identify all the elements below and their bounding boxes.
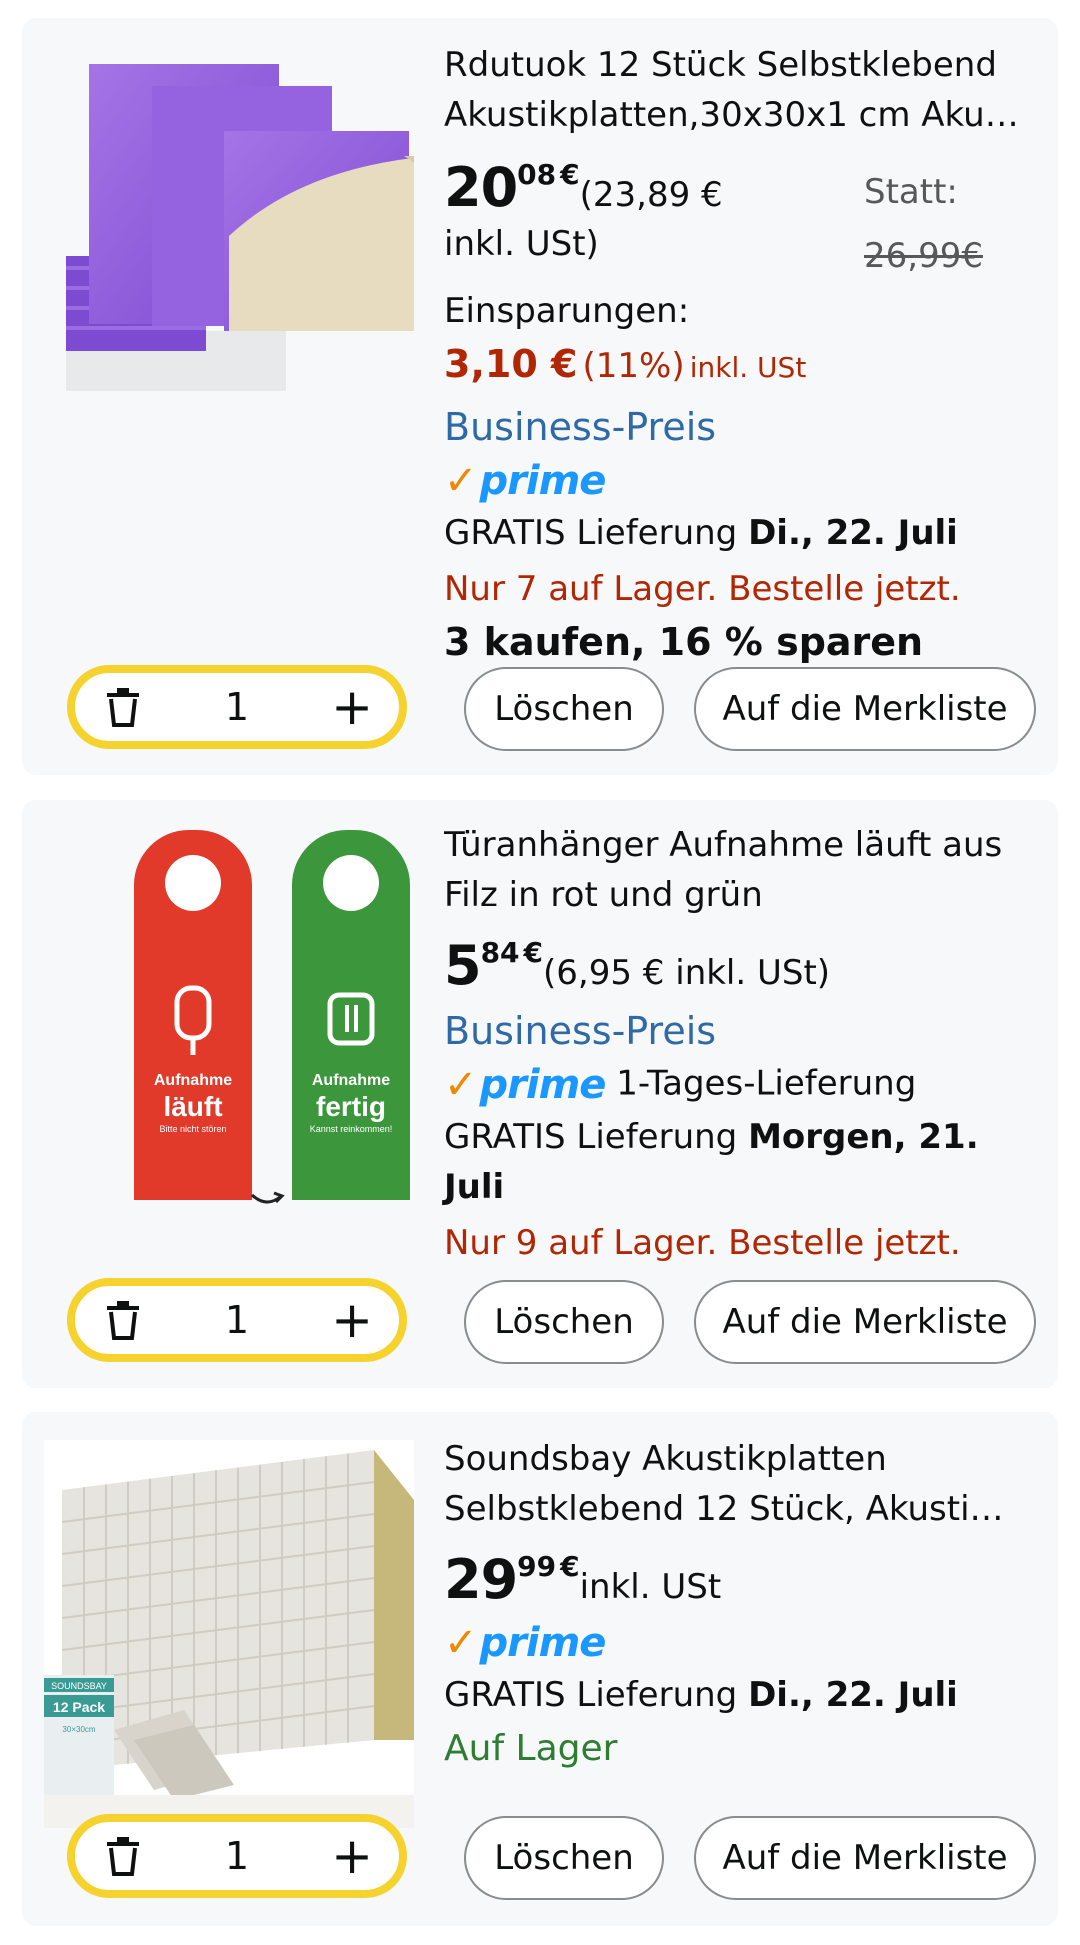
save-for-later-button[interactable]: Auf die Merkliste <box>694 667 1036 751</box>
hanger-green-text-3: Kannst reinkommen! <box>310 1124 393 1134</box>
hanger-red-text-1: Aufnahme <box>154 1072 232 1089</box>
stock-status: Nur 7 auf Lager. Bestelle jetzt. <box>444 569 961 609</box>
prime-badge: ✓ prime <box>444 1062 606 1108</box>
price-gross: (23,89 € <box>579 175 723 215</box>
deal-text: 3 kaufen, 16 % sparen <box>444 620 924 664</box>
price-currency: € <box>523 936 544 969</box>
price-fraction: 99 <box>517 1550 557 1583</box>
delivery-info: GRATIS Lieferung Morgen, 21. <box>444 1117 979 1157</box>
product-image-acoustic-panels-white[interactable]: SOUNDSBAY 12 Pack 30×30cm <box>44 1440 414 1828</box>
business-price-link[interactable]: Business-Preis <box>444 400 1054 454</box>
savings-vat: inkl. USt <box>689 351 807 384</box>
stock-status: Auf Lager <box>444 1728 618 1769</box>
price-block: 584 €(6,95 € inkl. USt) <box>444 934 1054 997</box>
hanger-green-text-2: fertig <box>316 1091 386 1122</box>
one-day-delivery: 1-Tages-Lieferung <box>616 1063 917 1104</box>
delivery-info: GRATIS Lieferung Di., 22. Juli <box>444 513 958 553</box>
was-price-block: Statt: 26,99€ <box>864 160 983 288</box>
hanger-green-text-1: Aufnahme <box>312 1072 390 1089</box>
prime-delivery-row: ✓ prime 1-Tages-Lieferung <box>444 1058 1054 1112</box>
savings-row: 3,10 € (11%) inkl. USt <box>444 336 1054 400</box>
quantity-stepper: 1 + <box>67 1814 407 1898</box>
stock-status: Nur 9 auf Lager. Bestelle jetzt. <box>444 1223 961 1263</box>
savings-percent: (11%) <box>582 346 685 386</box>
savings-label: Einsparungen: <box>444 291 690 331</box>
delete-button[interactable]: Löschen <box>464 1816 664 1900</box>
price-fraction: 08 <box>517 158 557 191</box>
hanger-red-text-2: läuft <box>163 1091 222 1122</box>
cart-item-2: Aufnahme läuft Bitte nicht stören Aufnah… <box>22 800 1058 1388</box>
quantity-stepper: 1 + <box>67 665 407 749</box>
price-currency: € <box>560 1550 580 1583</box>
delivery-date-cont: Juli <box>444 1167 505 1207</box>
price-gross: (6,95 € inkl. USt) <box>543 953 831 993</box>
pack-label: 12 Pack <box>53 1699 105 1715</box>
product-image-acoustic-panels-purple[interactable] <box>44 36 414 421</box>
business-price-link[interactable]: Business-Preis <box>444 1004 1054 1058</box>
pack-size: 30×30cm <box>62 1725 95 1734</box>
plus-icon[interactable]: + <box>331 1290 373 1350</box>
quantity-stepper: 1 + <box>67 1278 407 1362</box>
prime-badge: ✓ prime <box>444 1620 606 1666</box>
delivery-info: GRATIS Lieferung Di., 22. Juli <box>444 1675 958 1715</box>
prime-badge: ✓ prime <box>444 458 606 504</box>
save-for-later-button[interactable]: Auf die Merkliste <box>694 1280 1036 1364</box>
product-title[interactable]: Soundsbay Akustikplatten Selbstklebend 1… <box>444 1434 1054 1534</box>
cart-item-3: SOUNDSBAY 12 Pack 30×30cm Soundsbay Akus… <box>22 1412 1058 1926</box>
price-currency: € <box>560 158 580 191</box>
prime-check-icon: ✓ <box>444 458 478 504</box>
cart-item-1: Rdutuok 12 Stück Selbstklebend Akustikpl… <box>22 18 1058 775</box>
savings-amount: 3,10 € <box>444 342 578 386</box>
delete-button[interactable]: Löschen <box>464 667 664 751</box>
plus-icon[interactable]: + <box>331 677 373 737</box>
hanger-red-text-3: Bitte nicht stören <box>159 1124 226 1134</box>
price-whole: 5 <box>444 934 482 997</box>
delete-button[interactable]: Löschen <box>464 1280 664 1364</box>
was-price: 26,99€ <box>864 236 983 276</box>
pack-brand: SOUNDSBAY <box>51 1681 107 1691</box>
save-for-later-button[interactable]: Auf die Merkliste <box>694 1816 1036 1900</box>
product-image-door-hanger[interactable]: Aufnahme läuft Bitte nicht stören Aufnah… <box>44 810 414 1210</box>
price-fraction: 84 <box>480 936 520 969</box>
prime-check-icon: ✓ <box>444 1620 478 1666</box>
plus-icon[interactable]: + <box>331 1826 373 1886</box>
price-gross: inkl. USt <box>579 1567 722 1607</box>
price-block: 2999 €inkl. USt <box>444 1548 1054 1611</box>
product-title[interactable]: Rdutuok 12 Stück Selbstklebend Akustikpl… <box>444 40 1054 140</box>
price-whole: 20 <box>444 156 518 219</box>
was-label: Statt: <box>864 172 958 212</box>
price-whole: 29 <box>444 1548 518 1611</box>
prime-check-icon: ✓ <box>444 1062 478 1108</box>
product-title[interactable]: Türanhänger Aufnahme läuft aus Filz in r… <box>444 820 1054 920</box>
